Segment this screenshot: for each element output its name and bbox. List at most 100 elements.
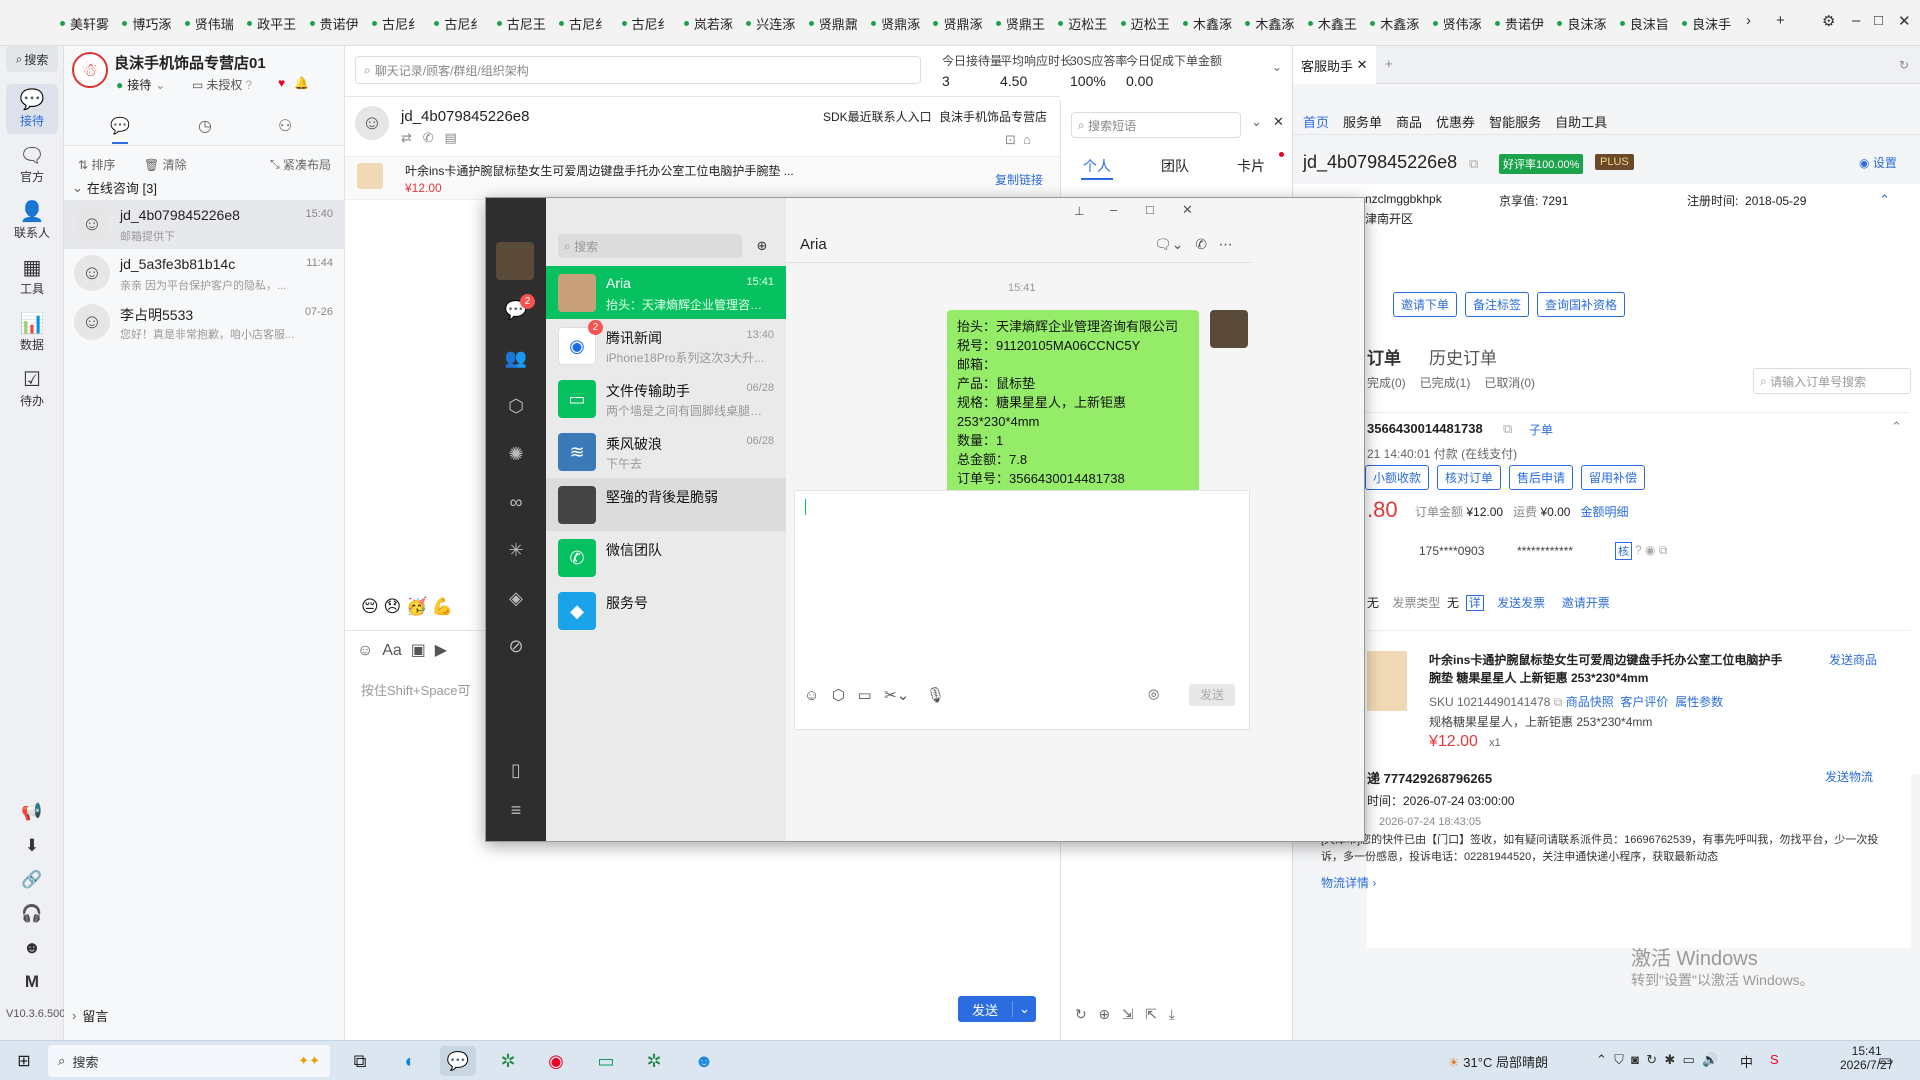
order-action-button[interactable]: 售后申请 — [1509, 465, 1574, 490]
folder-icon[interactable]: ▭ — [857, 687, 871, 704]
export-icon[interactable]: ⇱ — [1145, 1006, 1157, 1022]
copy-icon[interactable]: ⧉ — [1503, 421, 1512, 437]
ime-indicator[interactable]: 中 — [1740, 1052, 1753, 1071]
task-view-icon[interactable]: ⧉ — [342, 1046, 378, 1076]
minimize-icon[interactable]: – — [1110, 202, 1117, 217]
image-icon[interactable]: ▣ — [411, 642, 426, 659]
chevron-up-icon[interactable]: ⌃ — [1596, 1052, 1607, 1067]
copy-icon[interactable]: ⧉ — [1554, 695, 1563, 709]
copy-icon[interactable]: ⧉ — [1469, 156, 1478, 172]
maximize-icon[interactable]: □ — [1146, 202, 1154, 217]
windows-start-icon[interactable]: ⊞ — [6, 1046, 42, 1076]
search-feature-icon[interactable]: ✳ — [504, 538, 528, 562]
verify-button[interactable]: 核 — [1615, 542, 1632, 560]
shop-tab[interactable]: 木鑫涿 — [1245, 14, 1307, 33]
customer-action-button[interactable]: 查询国补资格 — [1537, 292, 1626, 317]
wechat-chat-item[interactable]: ✆ 微信团队 — [546, 531, 786, 584]
wechat-chat-item[interactable]: Aria 15:41 抬头：天津熵辉企业管理咨询... — [546, 266, 786, 319]
send-options-chevron-icon[interactable]: ⌄ — [1012, 1001, 1036, 1017]
sort-button[interactable]: ⇅ 排序 — [78, 156, 115, 173]
weather[interactable]: ☀ 31°C 局部晴朗 — [1448, 1052, 1548, 1071]
font-icon[interactable]: Aa — [382, 642, 402, 659]
sync-icon[interactable]: ↻ — [1646, 1052, 1657, 1067]
wechat-chat-item[interactable]: ◆ 服务号 — [546, 584, 786, 637]
order-search-input[interactable]: ⌕ 请输入订单号搜索 — [1753, 368, 1911, 394]
wechat-chat-item[interactable]: ≋ 乘风破浪 06/28 下午去 — [546, 425, 786, 478]
assistant-nav-item[interactable]: 首页 — [1303, 115, 1329, 130]
channels-icon[interactable]: ∞ — [504, 490, 528, 514]
wechat-search-input[interactable]: ⌕ 搜索 — [558, 234, 742, 258]
contacts-icon[interactable]: 👥 — [504, 346, 528, 370]
stats-expand-icon[interactable]: ⌄ — [1272, 60, 1282, 74]
close-icon[interactable]: ✕ — [1357, 57, 1368, 73]
maximize-icon[interactable]: □ — [1874, 12, 1883, 29]
download-icon[interactable]: ⤓ — [1169, 1006, 1175, 1022]
phone-icon[interactable]: ▯ — [504, 758, 528, 782]
wechat-chat-item[interactable]: 堅強的背後是脆弱 — [546, 478, 786, 531]
shop-tab[interactable]: 贤伟瑞 — [184, 14, 247, 33]
m-logo-icon[interactable]: M — [6, 972, 58, 992]
shop-tab[interactable]: 古尼纟 — [371, 14, 434, 33]
shop-tab[interactable]: 木鑫涿 — [1183, 14, 1245, 33]
rail-item-tools[interactable]: ▦ 工具 — [6, 256, 58, 297]
copy-link-button[interactable]: 复制链接 — [995, 171, 1043, 188]
shop-tab[interactable]: 木鑫涿 — [1370, 14, 1432, 33]
download-icon[interactable]: ⬇ — [6, 836, 58, 856]
order-filter[interactable]: 已完成(1) — [1420, 376, 1471, 390]
auth-status[interactable]: ▭ 未授权? — [192, 76, 252, 93]
shop-tab[interactable]: 贤鼎涿 — [933, 14, 995, 33]
product-card[interactable]: 叶余ins卡通护腕鼠标垫女生可爱周边键盘手托办公室工位电脑护手腕垫 ... ¥1… — [345, 156, 1060, 200]
moments-icon[interactable]: ✺ — [504, 442, 528, 466]
taskbar-search[interactable]: ⌕ 搜索 ✦✦ — [48, 1045, 330, 1077]
copy-icon[interactable]: ⧉ — [1659, 543, 1668, 557]
app-green-chat-icon[interactable]: ▭ — [588, 1046, 624, 1076]
tab-personal[interactable]: 个人 — [1083, 156, 1111, 176]
close-icon[interactable]: ✕ — [1182, 202, 1193, 218]
call-icon[interactable]: ✆ — [1195, 236, 1207, 252]
rail-search-button[interactable]: ⌕ 搜索 — [6, 46, 58, 72]
tab-orders[interactable]: 订单 — [1367, 344, 1401, 369]
message-input[interactable]: 按住Shift+Space可 — [361, 680, 470, 699]
assistant-nav-item[interactable]: 商品 — [1396, 115, 1422, 130]
app-star-icon[interactable]: ✲ — [490, 1046, 526, 1076]
headset-icon[interactable]: 🎧 — [6, 904, 58, 924]
app-red-icon[interactable]: ◉ — [538, 1046, 574, 1076]
app-star2-icon[interactable]: ✲ — [636, 1046, 672, 1076]
tab-card[interactable]: 卡片 — [1237, 156, 1265, 176]
send-button[interactable]: 发送 — [958, 1000, 1012, 1019]
notification-icon[interactable]: ▭ — [1878, 1051, 1892, 1069]
message-bubble[interactable]: 抬头：天津熵辉企业管理咨询有限公司 税号：91120105MA06CCNC5Y 邮箱… — [947, 310, 1199, 514]
order-filter[interactable]: 完成(0) — [1367, 376, 1406, 390]
customer-action-button[interactable]: 备注标签 — [1465, 292, 1530, 317]
section-online[interactable]: ⌄ 在线咨询 [3] — [72, 178, 157, 197]
assistant-nav-item[interactable]: 服务单 — [1343, 115, 1382, 130]
send-product-button[interactable]: 发送商品 — [1829, 651, 1877, 668]
settings-icon[interactable]: ⚙ — [1822, 12, 1835, 30]
conversation-item[interactable]: ☺ 李占明5533 07-26 您好！真是非常抱歉，咱小店客服... — [64, 298, 345, 347]
sub-order-link[interactable]: 子单 — [1529, 421, 1553, 438]
wechat-taskbar-icon[interactable]: 💬 — [440, 1046, 476, 1076]
minimize-icon[interactable]: – — [1852, 12, 1860, 29]
rail-item-data[interactable]: 📊 数据 — [6, 312, 58, 353]
scissors-icon[interactable]: ✂⌄ — [884, 687, 909, 704]
shop-tab[interactable]: 迈松王 — [1120, 14, 1183, 33]
settings-link[interactable]: ◉ 设置 — [1859, 154, 1897, 171]
user-avatar[interactable] — [496, 242, 534, 280]
shop-tab[interactable]: 贤鼎鼐 — [808, 14, 871, 33]
add-tab-icon[interactable]: + — [1776, 12, 1785, 29]
add-icon[interactable]: ⊕ — [750, 234, 774, 258]
sogou-icon[interactable]: S — [1770, 1052, 1779, 1067]
add-tab-icon[interactable]: + — [1385, 56, 1393, 71]
chevron-right-icon[interactable]: › — [1746, 12, 1751, 29]
shop-tab[interactable]: 古尼纟 — [621, 14, 684, 33]
shop-tab[interactable]: 古尼纟 — [559, 14, 621, 33]
link-icon[interactable]: 🔗 — [6, 870, 58, 890]
shop-tab[interactable]: 兴连涿 — [746, 14, 808, 33]
assistant-nav-item[interactable]: 智能服务 — [1489, 115, 1541, 130]
box-icon[interactable]: ⬡ — [504, 394, 528, 418]
history-clock-icon[interactable]: ◷ — [198, 116, 212, 136]
emoji-icon[interactable]: ☺ — [804, 687, 819, 704]
wechat-tray-icon[interactable]: ◙ — [1631, 1052, 1639, 1067]
emoji-party-icon[interactable]: 🥳 — [406, 597, 427, 616]
shop-tab[interactable]: 贤伟涿 — [1432, 14, 1495, 33]
